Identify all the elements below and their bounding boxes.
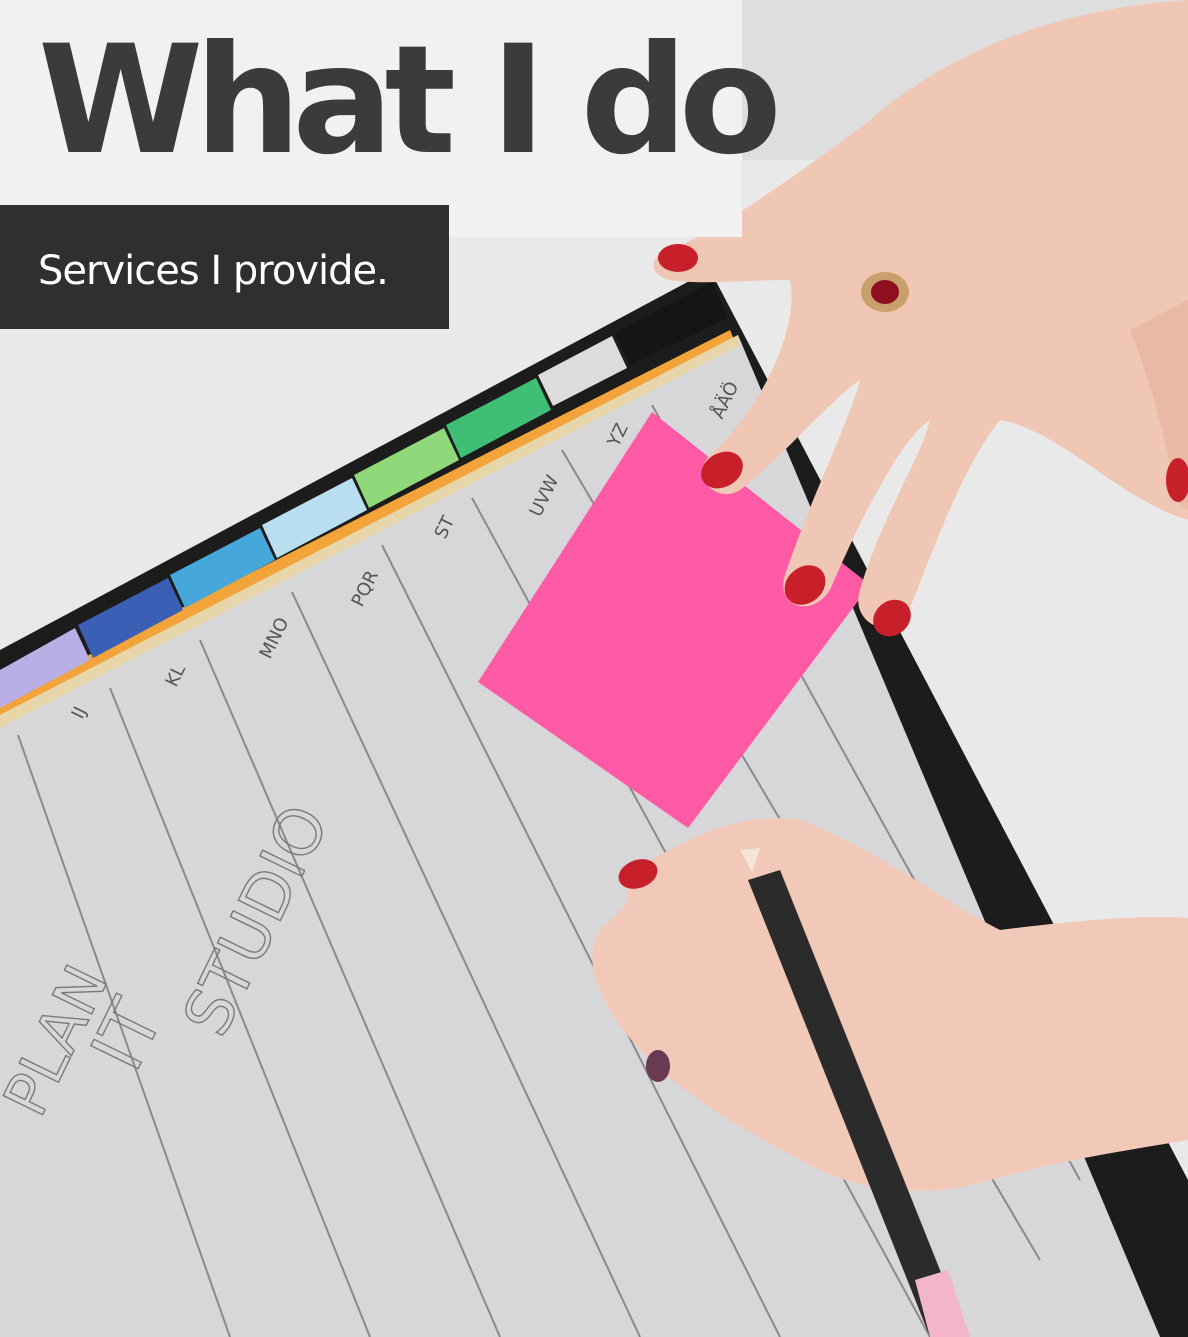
title-box: What I do bbox=[0, 0, 782, 237]
page-title: What I do bbox=[38, 14, 782, 188]
page-subtitle: Services I provide. bbox=[38, 248, 389, 294]
subtitle-box: Services I provide. bbox=[0, 205, 449, 329]
